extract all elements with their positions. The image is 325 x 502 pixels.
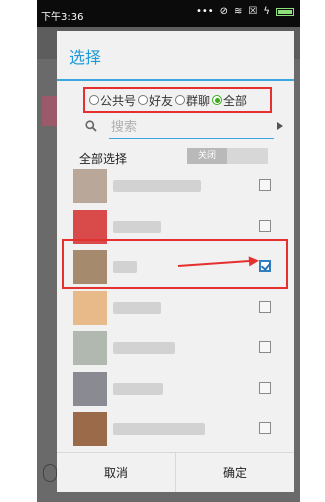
filter-radio-group: 公共号 好友 群聊 全部 (83, 87, 272, 113)
radio-label: 好友 (149, 93, 174, 108)
close-box-icon: ☒ (248, 6, 258, 17)
toggle-off-label: 关闭 (187, 148, 227, 164)
checkbox[interactable] (259, 179, 271, 191)
wifi-icon: ≋ (234, 6, 243, 17)
blurred-contact-name (113, 342, 175, 354)
status-icons: ••• ⊘ ≋ ☒ ϟ (196, 6, 294, 17)
avatar (73, 371, 107, 406)
annotation-arrow-head-icon (248, 255, 260, 267)
radio-label: 群聊 (186, 93, 211, 108)
battery-icon (276, 7, 294, 16)
confirm-button[interactable]: 确定 (176, 453, 294, 492)
select-dialog: 选择 公共号 好友 群聊 全部 搜索 全部选择 关闭 取消 确定 (57, 31, 294, 492)
avatar (73, 412, 107, 446)
search-arrow-icon[interactable] (277, 122, 283, 130)
radio-button-selected-icon (212, 95, 223, 105)
checkbox[interactable] (259, 300, 271, 313)
radio-button-icon (138, 95, 149, 105)
radio-all[interactable]: 全部 (212, 92, 247, 109)
contact-row[interactable] (57, 288, 294, 328)
dots-icon: ••• (195, 6, 214, 17)
radio-public-account[interactable]: 公共号 (89, 92, 136, 109)
radio-group-chats[interactable]: 群聊 (175, 92, 210, 109)
avatar (73, 331, 107, 365)
dialog-footer: 取消 确定 (57, 452, 294, 492)
contact-row[interactable] (57, 409, 294, 449)
search-icon (85, 120, 97, 132)
radio-button-icon (175, 95, 186, 105)
contact-row[interactable] (57, 369, 294, 409)
contact-row[interactable] (57, 328, 294, 368)
status-bar: 下午3:36 ••• ⊘ ≋ ☒ ϟ (37, 0, 300, 27)
charging-icon: ϟ (263, 6, 270, 17)
blurred-contact-name (113, 220, 161, 233)
checkbox[interactable] (259, 422, 271, 434)
checkbox[interactable] (259, 341, 271, 353)
phone-screen: 下午3:36 ••• ⊘ ≋ ☒ ϟ 选择 公共号 好友 群聊 全部 搜索 全部… (37, 0, 300, 502)
blurred-contact-name (113, 301, 161, 314)
mute-icon: ⊘ (219, 6, 229, 17)
blurred-contact-name (113, 180, 201, 192)
select-all-label: 全部选择 (79, 152, 128, 166)
avatar (73, 290, 107, 325)
radio-button-icon (89, 95, 99, 105)
radio-label: 全部 (223, 93, 248, 108)
contact-row[interactable] (57, 166, 294, 206)
search-row (85, 117, 283, 141)
cancel-button[interactable]: 取消 (57, 453, 175, 492)
radio-friends[interactable]: 好友 (138, 92, 173, 109)
status-time: 下午3:36 (41, 12, 84, 23)
blurred-contact-name (113, 382, 163, 395)
checkbox[interactable] (259, 381, 271, 394)
title-divider (57, 79, 294, 81)
avatar (73, 169, 107, 203)
dialog-title: 选择 (69, 48, 102, 67)
search-input[interactable] (109, 117, 274, 139)
radio-label: 公共号 (100, 93, 137, 108)
background-left-control (43, 464, 57, 482)
select-all-toggle[interactable]: 关闭 (187, 148, 268, 164)
checkbox[interactable] (259, 219, 271, 232)
blurred-contact-name (113, 423, 205, 435)
